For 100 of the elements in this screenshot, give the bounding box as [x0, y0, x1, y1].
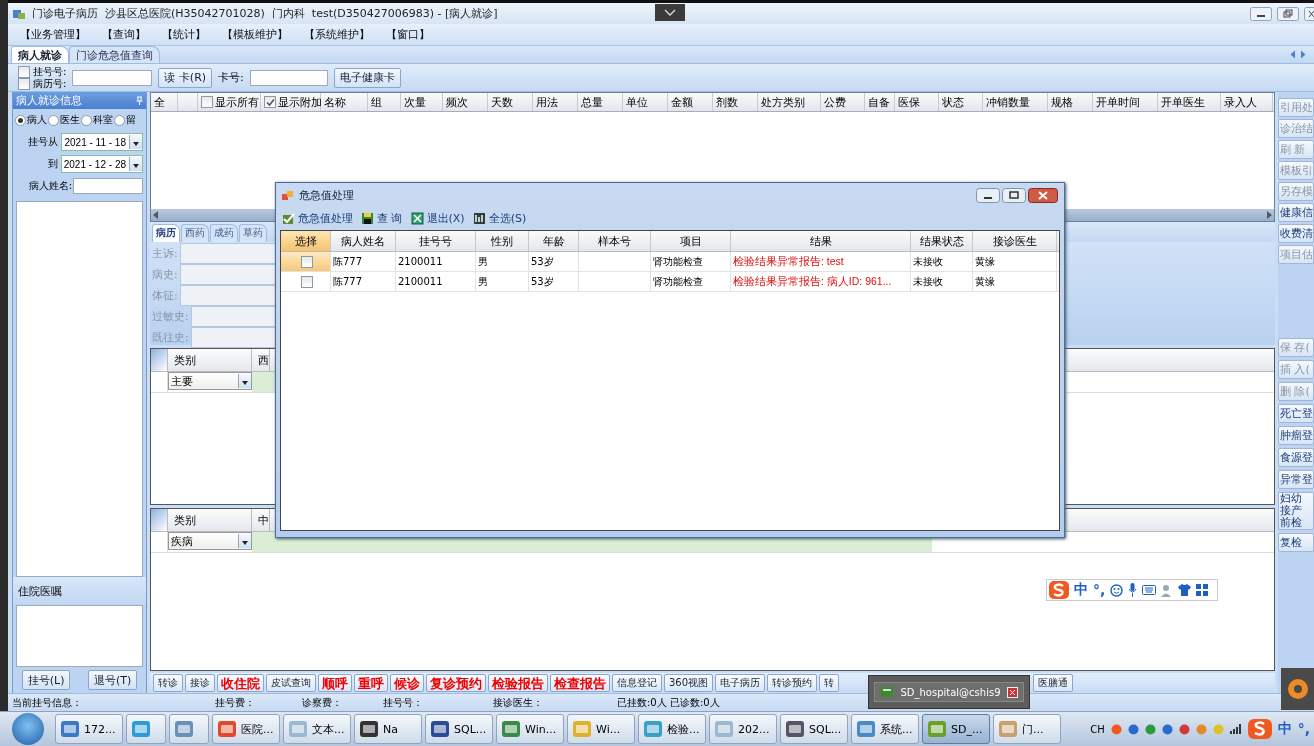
- action-button[interactable]: 顺呼: [318, 674, 352, 692]
- action-button[interactable]: 接诊: [185, 674, 215, 692]
- action-button[interactable]: 皮试查询: [266, 674, 316, 692]
- taskbar-button[interactable]: 系统...: [851, 714, 919, 744]
- arrow-left-icon[interactable]: [1290, 50, 1296, 59]
- start-button[interactable]: [12, 713, 44, 745]
- radio-button[interactable]: [15, 114, 26, 126]
- action-button[interactable]: 信息登记: [612, 674, 662, 692]
- ime-logo-icon[interactable]: [1247, 719, 1272, 739]
- checkbox[interactable]: [18, 65, 30, 78]
- language-indicator[interactable]: CH: [1090, 723, 1105, 735]
- action-button[interactable]: 电子病历: [715, 674, 766, 692]
- tab[interactable]: 成药: [210, 224, 238, 242]
- close-icon[interactable]: [1304, 6, 1314, 21]
- action-button[interactable]: 转: [819, 674, 840, 692]
- restore-icon[interactable]: [1277, 6, 1299, 21]
- side-button[interactable]: 食源登: [1278, 448, 1314, 467]
- action-button[interactable]: 360视图: [664, 674, 714, 692]
- taskbar-button[interactable]: SQL...: [780, 714, 848, 744]
- taskbar-button[interactable]: [126, 714, 166, 744]
- side-button[interactable]: 死亡登: [1278, 404, 1314, 423]
- side-button[interactable]: 收费清: [1278, 224, 1314, 243]
- input-field[interactable]: [72, 69, 153, 86]
- toolbar-button[interactable]: 查 询: [361, 210, 403, 226]
- smiley-icon[interactable]: [1110, 583, 1124, 597]
- tab[interactable]: 门诊危急值查询: [69, 46, 160, 63]
- tray-icon[interactable]: [1144, 723, 1156, 735]
- menu-item[interactable]: 【统计】: [162, 27, 206, 42]
- ime-toggle[interactable]: °,: [1093, 582, 1106, 598]
- menu-item[interactable]: 【窗口】: [386, 27, 430, 42]
- tab[interactable]: 病人就诊: [11, 46, 69, 63]
- action-button[interactable]: 转诊预约: [767, 674, 818, 692]
- checkbox[interactable]: [300, 275, 313, 288]
- checkbox[interactable]: [201, 96, 213, 108]
- close-icon[interactable]: [1028, 188, 1058, 203]
- input-field[interactable]: [249, 69, 328, 86]
- menu-item[interactable]: 【查询】: [102, 27, 146, 42]
- notification-item[interactable]: SD_hospital@cshis9: [874, 682, 1024, 702]
- action-button[interactable]: 检查报告: [550, 674, 610, 692]
- register-button[interactable]: 挂号(L): [21, 670, 71, 690]
- taskbar-button[interactable]: Na: [354, 714, 422, 744]
- microphone-icon[interactable]: [1128, 583, 1138, 597]
- taskbar-button[interactable]: 门...: [993, 714, 1061, 744]
- minimize-icon[interactable]: [1250, 6, 1272, 21]
- taskbar-button[interactable]: 文本...: [283, 714, 351, 744]
- tray-icon[interactable]: [1110, 723, 1122, 735]
- tab[interactable]: 病历: [152, 224, 180, 242]
- action-button[interactable]: 医膳通: [1033, 674, 1074, 692]
- taskbar-button[interactable]: 医院...: [212, 714, 280, 744]
- shirt-icon[interactable]: [1178, 584, 1192, 596]
- row-selector[interactable]: [281, 252, 331, 271]
- action-button[interactable]: 检验报告: [488, 674, 548, 692]
- side-button[interactable]: 肿瘤登: [1278, 426, 1314, 445]
- checkbox[interactable]: [264, 96, 276, 108]
- tray-icon[interactable]: [1195, 723, 1207, 735]
- tray-icon[interactable]: [1161, 723, 1173, 735]
- grid-icon[interactable]: [1196, 584, 1209, 596]
- action-button[interactable]: 重呼: [354, 674, 388, 692]
- side-button[interactable]: 异常登: [1278, 470, 1314, 489]
- minimize-icon[interactable]: [976, 188, 1000, 203]
- taskbar-button[interactable]: 202...: [709, 714, 777, 744]
- taskbar-button[interactable]: [169, 714, 209, 744]
- taskbar-button[interactable]: SQL...: [425, 714, 493, 744]
- side-button[interactable]: 复检: [1278, 533, 1314, 552]
- register-button[interactable]: 退号(T): [87, 670, 138, 690]
- toolbar-button[interactable]: 退出(X): [410, 210, 465, 226]
- action-button[interactable]: 复诊预约: [426, 674, 486, 692]
- action-button[interactable]: 候诊: [390, 674, 424, 692]
- action-button[interactable]: 收住院: [217, 674, 264, 692]
- toolbar-button[interactable]: 全选(S): [472, 210, 527, 226]
- health-card-button[interactable]: 电子健康卡: [333, 67, 401, 88]
- ime-logo-icon[interactable]: [1049, 581, 1069, 599]
- taskbar-button[interactable]: SD_...: [922, 714, 990, 744]
- taskbar-button[interactable]: 检验...: [638, 714, 706, 744]
- tray-icon[interactable]: [1178, 723, 1190, 735]
- tab[interactable]: 草药: [239, 224, 267, 242]
- arrow-right-icon[interactable]: [1300, 50, 1306, 59]
- ime-toggle[interactable]: °,: [1297, 721, 1310, 737]
- menu-item[interactable]: 【模板维护】: [222, 27, 288, 42]
- menu-item[interactable]: 【系统维护】: [304, 27, 370, 42]
- dropdown[interactable]: 主要: [168, 372, 252, 390]
- read-card-button[interactable]: 读 卡(R): [158, 67, 213, 88]
- date-picker[interactable]: 2021 - 11 - 18: [61, 133, 143, 151]
- radio-button[interactable]: [81, 114, 92, 126]
- checkbox[interactable]: [300, 255, 313, 268]
- menu-item[interactable]: 【业务管理】: [20, 27, 86, 42]
- action-button[interactable]: 转诊: [153, 674, 183, 692]
- radio-button[interactable]: [114, 114, 125, 126]
- taskbar-button[interactable]: Win...: [496, 714, 564, 744]
- maximize-icon[interactable]: [1002, 188, 1026, 203]
- date-picker[interactable]: 2021 - 12 - 28: [60, 155, 143, 173]
- taskbar-button[interactable]: Wi...: [567, 714, 635, 744]
- radio-button[interactable]: [48, 114, 59, 126]
- input-field[interactable]: [73, 178, 143, 194]
- tab[interactable]: 西药: [181, 224, 209, 242]
- side-button[interactable]: 健康信: [1278, 203, 1314, 222]
- dropdown[interactable]: 疾病: [168, 532, 252, 550]
- pin-icon[interactable]: [136, 96, 143, 105]
- collapse-tab[interactable]: [655, 4, 685, 21]
- keyboard-icon[interactable]: [1142, 585, 1157, 595]
